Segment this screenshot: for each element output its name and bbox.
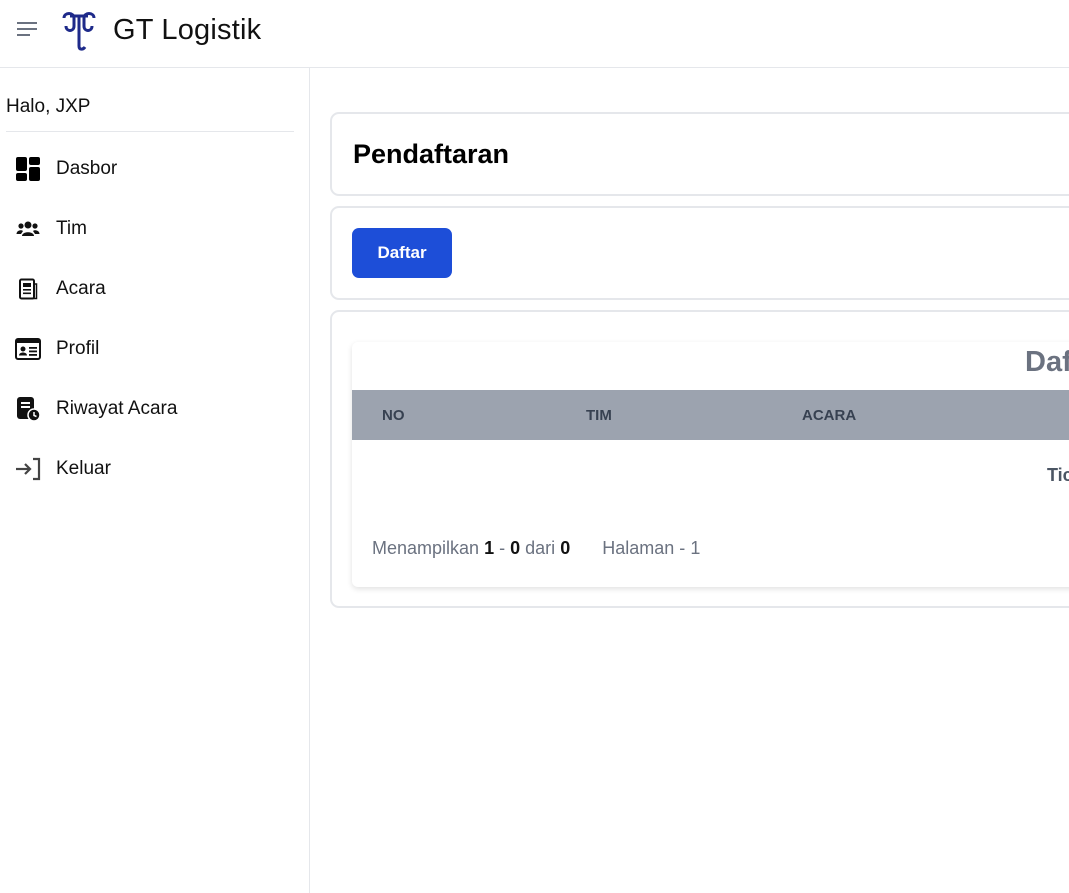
- logout-icon: [14, 455, 42, 483]
- gt-logo-mark[interactable]: [60, 10, 98, 52]
- table-section-card: Daf NO TIM ACARA Tic Menampilkan 1 - 0 d…: [330, 310, 1069, 608]
- pagination-page-label: Halaman: [602, 538, 675, 558]
- profile-card-icon: [14, 335, 42, 363]
- page-title: Pendaftaran: [353, 139, 510, 169]
- sidebar: Halo, JXP Dasbor Tim Acara Profil Riwaya…: [0, 68, 310, 893]
- pagination-total: 0: [560, 538, 571, 558]
- menu-toggle-button[interactable]: [12, 16, 42, 44]
- column-header-no[interactable]: NO: [382, 407, 405, 424]
- history-icon: [14, 395, 42, 423]
- sidebar-item-acara[interactable]: Acara: [0, 264, 300, 314]
- team-icon: [14, 215, 42, 243]
- sidebar-item-dasbor[interactable]: Dasbor: [0, 144, 300, 194]
- dashboard-icon: [14, 155, 42, 183]
- table-empty-message: Tic: [1047, 465, 1069, 485]
- hamburger-icon: [17, 22, 37, 36]
- register-button[interactable]: Daftar: [352, 228, 452, 278]
- sidebar-item-label: Acara: [56, 278, 106, 299]
- sidebar-item-label: Tim: [56, 218, 87, 239]
- pagination-page-dash: -: [679, 538, 686, 558]
- main-content: Pendaftaran Daftar Daf NO TIM ACARA Tic …: [310, 68, 1069, 893]
- pagination-dash: -: [499, 538, 506, 558]
- column-header-tim[interactable]: TIM: [586, 407, 612, 424]
- pagination-of-label: dari: [525, 538, 556, 558]
- pagination-showing-label: Menampilkan: [372, 538, 480, 558]
- sidebar-item-tim[interactable]: Tim: [0, 204, 300, 254]
- event-icon: [14, 275, 42, 303]
- actions-card: Daftar: [330, 206, 1069, 300]
- sidebar-item-label: Profil: [56, 338, 100, 359]
- app-brand-title[interactable]: GT Logistik: [113, 14, 261, 47]
- sidebar-item-label: Riwayat Acara: [56, 398, 178, 419]
- pagination-to: 0: [510, 538, 521, 558]
- page-header-card: Pendaftaran: [330, 112, 1069, 196]
- column-header-acara[interactable]: ACARA: [802, 407, 856, 424]
- pagination-from: 1: [484, 538, 495, 558]
- registration-table-card: Daf NO TIM ACARA Tic Menampilkan 1 - 0 d…: [352, 342, 1069, 587]
- pagination-info: Menampilkan 1 - 0 dari 0 Halaman - 1: [372, 538, 700, 559]
- sidebar-divider: [6, 131, 294, 132]
- table-header-row: NO TIM ACARA: [352, 390, 1069, 440]
- sidebar-item-profil[interactable]: Profil: [0, 324, 300, 374]
- sidebar-item-label: Keluar: [56, 458, 111, 479]
- user-greeting: Halo, JXP: [6, 96, 91, 117]
- sidebar-item-label: Dasbor: [56, 158, 118, 179]
- table-title: Daf: [1025, 346, 1069, 378]
- pagination-page-number: 1: [690, 538, 701, 558]
- sidebar-item-riwayat-acara[interactable]: Riwayat Acara: [0, 384, 300, 434]
- sidebar-item-keluar[interactable]: Keluar: [0, 444, 300, 494]
- top-bar: GT Logistik: [0, 0, 1069, 68]
